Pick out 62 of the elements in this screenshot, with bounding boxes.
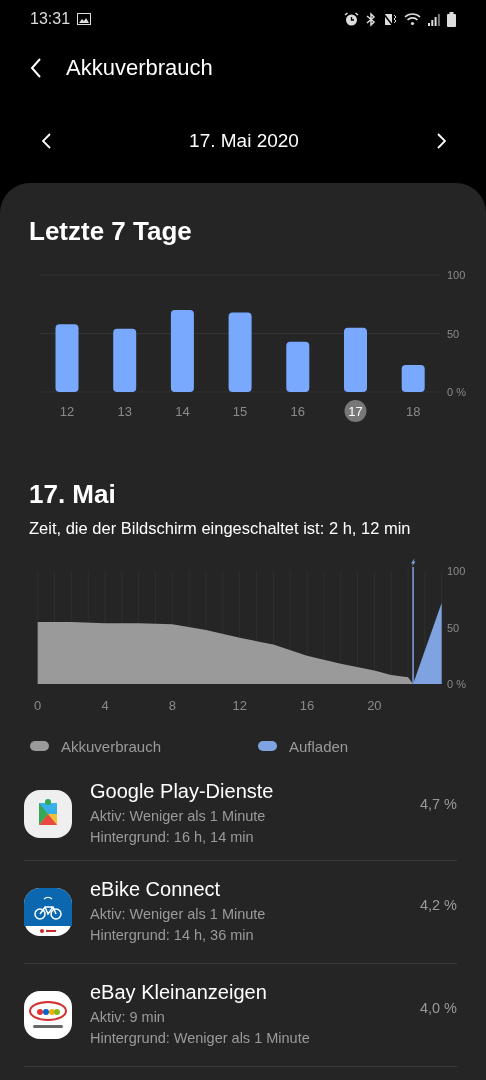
bar[interactable] [401, 365, 425, 392]
bluetooth-icon [366, 11, 376, 27]
usage-percent: 4,7 % [419, 796, 457, 812]
alarm-icon [344, 11, 359, 27]
day-label[interactable]: 17 [348, 404, 363, 419]
day-label[interactable]: 13 [117, 404, 132, 419]
active-time: Aktiv: Weniger als 1 Minute [90, 905, 267, 924]
puzzle-app-icon [24, 790, 72, 838]
background-time: Hintergrund: Weniger als 1 Minute [90, 1029, 311, 1048]
axis-label: 100 [447, 269, 466, 281]
status-time: 13:31 [30, 10, 71, 28]
battery-icon [447, 11, 456, 27]
day-label[interactable]: 12 [59, 404, 75, 419]
previous-icon[interactable] [42, 132, 51, 149]
screen-time-text: Zeit, die der Bildschirm eingeschaltet ist: 2 h, 12 min [28, 518, 412, 538]
section-title: 17. Mai [28, 478, 117, 510]
day-label[interactable]: 15 [232, 404, 248, 419]
signal-icon [428, 12, 440, 26]
back-icon[interactable] [30, 58, 42, 78]
background-time: Hintergrund: 14 h, 36 min [90, 926, 255, 945]
axis-label: 12 [232, 698, 247, 713]
app-row[interactable]: eBay Kleinanzeigen Aktiv: 9 min Hintergrund: Weniger als 1 Minute 4,0 % [24, 964, 457, 1067]
usage-percent: 4,0 % [419, 1000, 457, 1016]
page-title: Akkuverbrauch [66, 55, 213, 81]
day-label[interactable]: 16 [290, 404, 306, 419]
wifi-icon [404, 12, 421, 26]
app-name: Google Play-Dienste [90, 780, 275, 803]
bar[interactable] [170, 310, 194, 392]
axis-label: 16 [299, 698, 315, 713]
selected-day-highlight [344, 400, 367, 422]
bar[interactable] [113, 328, 137, 392]
active-time: Aktiv: 9 min [90, 1008, 166, 1027]
app-name: eBike Connect [90, 878, 222, 901]
axis-label: 0 [34, 698, 42, 713]
legend-label: Akkuverbrauch [61, 737, 162, 755]
app-name: eBay Kleinanzeigen [90, 981, 268, 1004]
usage-percent: 4,2 % [419, 897, 457, 913]
background-time: Hintergrund: 16 h, 14 min [90, 828, 255, 847]
app-row[interactable]: eBike Connect Aktiv: Weniger als 1 Minute Hintergrund: 14 h, 36 min 4,2 % [24, 861, 457, 964]
active-time: Aktiv: Weniger als 1 Minute [90, 807, 267, 826]
image-icon [77, 13, 92, 25]
app-row[interactable]: Google Play-Dienste Aktiv: Weniger als 1 Minute Hintergrund: 16 h, 14 min 4,7 % [24, 768, 457, 861]
next-icon[interactable] [437, 132, 446, 149]
bar[interactable] [286, 341, 310, 392]
shopping-app-icon [24, 991, 72, 1039]
axis-label: 0 % [447, 678, 466, 690]
day-label[interactable]: 18 [405, 404, 421, 419]
legend-label: Aufladen [289, 737, 349, 755]
axis-label: 0 % [447, 386, 466, 398]
axis-label: 100 [447, 565, 466, 578]
date-label: 17. Mai 2020 [189, 129, 299, 152]
bar[interactable] [344, 327, 367, 392]
bar[interactable] [228, 312, 252, 392]
day-label[interactable]: 14 [175, 404, 190, 419]
bicycle-app-icon [24, 888, 72, 936]
axis-label: 50 [447, 621, 460, 634]
section-title: Letzte 7 Tage [28, 215, 193, 248]
vibrate-mute-icon [383, 11, 397, 27]
axis-label: 8 [168, 698, 176, 713]
axis-label: 20 [367, 698, 382, 713]
axis-label: 4 [101, 698, 109, 713]
axis-label: 50 [447, 327, 460, 340]
